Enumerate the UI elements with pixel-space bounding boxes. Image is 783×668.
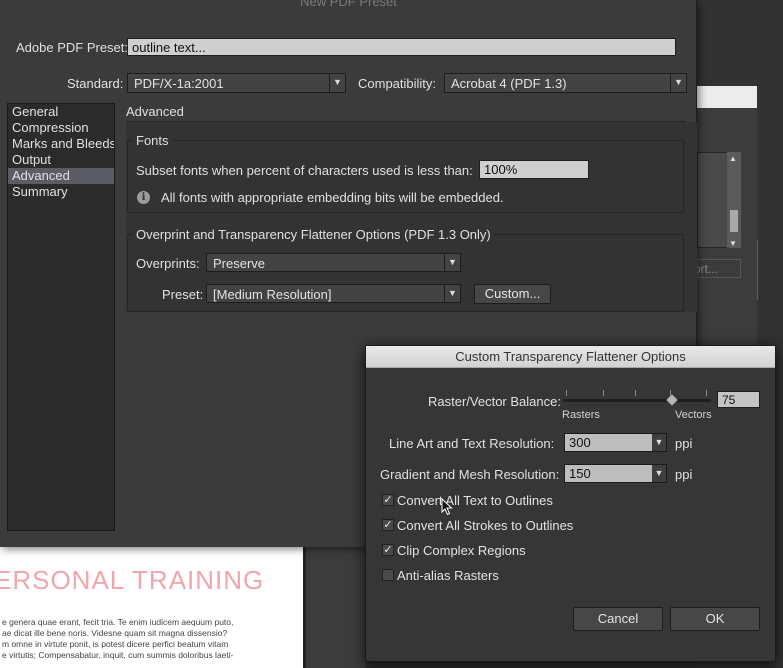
line-art-unit: ppi [675, 436, 693, 451]
standard-label: Standard: [67, 76, 124, 91]
flattener-preset-value: [Medium Resolution] [213, 287, 332, 302]
balance-input[interactable]: 75 [717, 391, 760, 408]
dialog-title: New PDF Preset [300, 0, 397, 9]
preset-name-input[interactable]: outline text... [127, 38, 676, 56]
line-art-resolution-label: Line Art and Text Resolution: [389, 436, 555, 451]
convert-strokes-checkbox[interactable]: ✓ [382, 519, 394, 531]
overprints-dropdown[interactable]: Preserve ▼ [206, 253, 461, 272]
balance-slider-thumb[interactable] [666, 394, 678, 406]
sidebar-item-advanced[interactable]: Advanced [8, 168, 114, 184]
background-button[interactable]: ort... [697, 259, 741, 278]
scroll-thumb[interactable] [730, 210, 738, 232]
info-icon: i [137, 191, 150, 204]
chevron-down-icon: ▼ [652, 434, 666, 451]
anti-alias-label[interactable]: Anti-alias Rasters [397, 568, 499, 583]
category-sidebar: General Compression Marks and Bleeds Out… [7, 103, 115, 531]
chevron-down-icon: ▼ [329, 74, 345, 92]
vectors-label: Vectors [675, 409, 712, 421]
overprints-label: Overprints: [136, 256, 200, 271]
preset-name-label: Adobe PDF Preset: [16, 40, 128, 55]
sidebar-item-general[interactable]: General [8, 104, 114, 120]
custom-button[interactable]: Custom... [474, 284, 551, 304]
document-page: ERSONAL TRAINING e genera quae erant, fe… [0, 547, 303, 668]
document-body-text: e genera quae erant, fecit tria. Te enim… [2, 617, 234, 668]
section-title: Advanced [126, 104, 184, 119]
flattener-dialog-title: Custom Transparency Flattener Options [366, 346, 775, 368]
compatibility-value: Acrobat 4 (PDF 1.3) [451, 76, 567, 91]
subset-percent-input[interactable]: 100% [479, 160, 589, 179]
scroll-down-icon[interactable]: ▼ [729, 239, 737, 248]
standard-value: PDF/X-1a:2001 [134, 76, 224, 91]
line-art-resolution-value: 300 [569, 435, 591, 450]
overprints-value: Preserve [213, 256, 266, 271]
sidebar-item-compression[interactable]: Compression [8, 120, 114, 136]
mouse-pointer-icon [441, 498, 453, 516]
cancel-button[interactable]: Cancel [573, 607, 663, 631]
chevron-down-icon: ▼ [444, 254, 460, 271]
custom-flattener-dialog: Custom Transparency Flattener Options Ra… [365, 345, 776, 662]
background-scrollbar[interactable]: ▲ ▼ [727, 152, 741, 248]
compatibility-dropdown[interactable]: Acrobat 4 (PDF 1.3) ▼ [444, 73, 687, 93]
embedding-info-text: All fonts with appropriate embedding bit… [161, 190, 504, 205]
fonts-legend: Fonts [133, 133, 172, 148]
balance-label: Raster/Vector Balance: [428, 394, 561, 409]
sidebar-item-output[interactable]: Output [8, 152, 114, 168]
line-art-resolution-dropdown[interactable]: 300 ▼ [564, 433, 667, 452]
flattener-preset-dropdown[interactable]: [Medium Resolution] ▼ [206, 284, 461, 303]
ok-button[interactable]: OK [670, 607, 760, 631]
background-guide-line [757, 240, 758, 300]
slider-tick [566, 390, 567, 396]
sidebar-item-summary[interactable]: Summary [8, 184, 114, 200]
pasteboard [303, 547, 365, 668]
convert-text-label[interactable]: Convert All Text to Outlines [397, 493, 553, 508]
rasters-label: Rasters [562, 409, 600, 421]
convert-strokes-label[interactable]: Convert All Strokes to Outlines [397, 518, 573, 533]
sidebar-item-marks-and-bleeds[interactable]: Marks and Bleeds [8, 136, 114, 152]
gradient-unit: ppi [675, 467, 693, 482]
scroll-up-icon[interactable]: ▲ [729, 154, 737, 163]
chevron-down-icon: ▼ [444, 285, 460, 302]
subset-fonts-label: Subset fonts when percent of characters … [136, 163, 473, 178]
chevron-down-icon: ▼ [670, 74, 686, 92]
gradient-resolution-value: 150 [569, 466, 591, 481]
slider-tick [635, 390, 636, 396]
flattener-legend: Overprint and Transparency Flattener Opt… [133, 227, 494, 242]
page-edge [303, 547, 306, 668]
clip-complex-label[interactable]: Clip Complex Regions [397, 543, 526, 558]
anti-alias-checkbox[interactable] [382, 569, 394, 581]
convert-text-checkbox[interactable]: ✓ [382, 494, 394, 506]
gradient-resolution-dropdown[interactable]: 150 ▼ [564, 464, 667, 483]
gradient-resolution-label: Gradient and Mesh Resolution: [380, 467, 560, 482]
slider-tick [706, 390, 707, 396]
balance-slider[interactable] [563, 399, 711, 402]
slider-tick [603, 390, 604, 396]
flattener-preset-label: Preset: [162, 287, 204, 302]
standard-dropdown[interactable]: PDF/X-1a:2001 ▼ [127, 73, 346, 93]
document-heading: ERSONAL TRAINING [0, 565, 265, 595]
compatibility-label: Compatibility: [358, 76, 437, 91]
clip-complex-checkbox[interactable]: ✓ [382, 544, 394, 556]
chevron-down-icon: ▼ [652, 465, 666, 482]
